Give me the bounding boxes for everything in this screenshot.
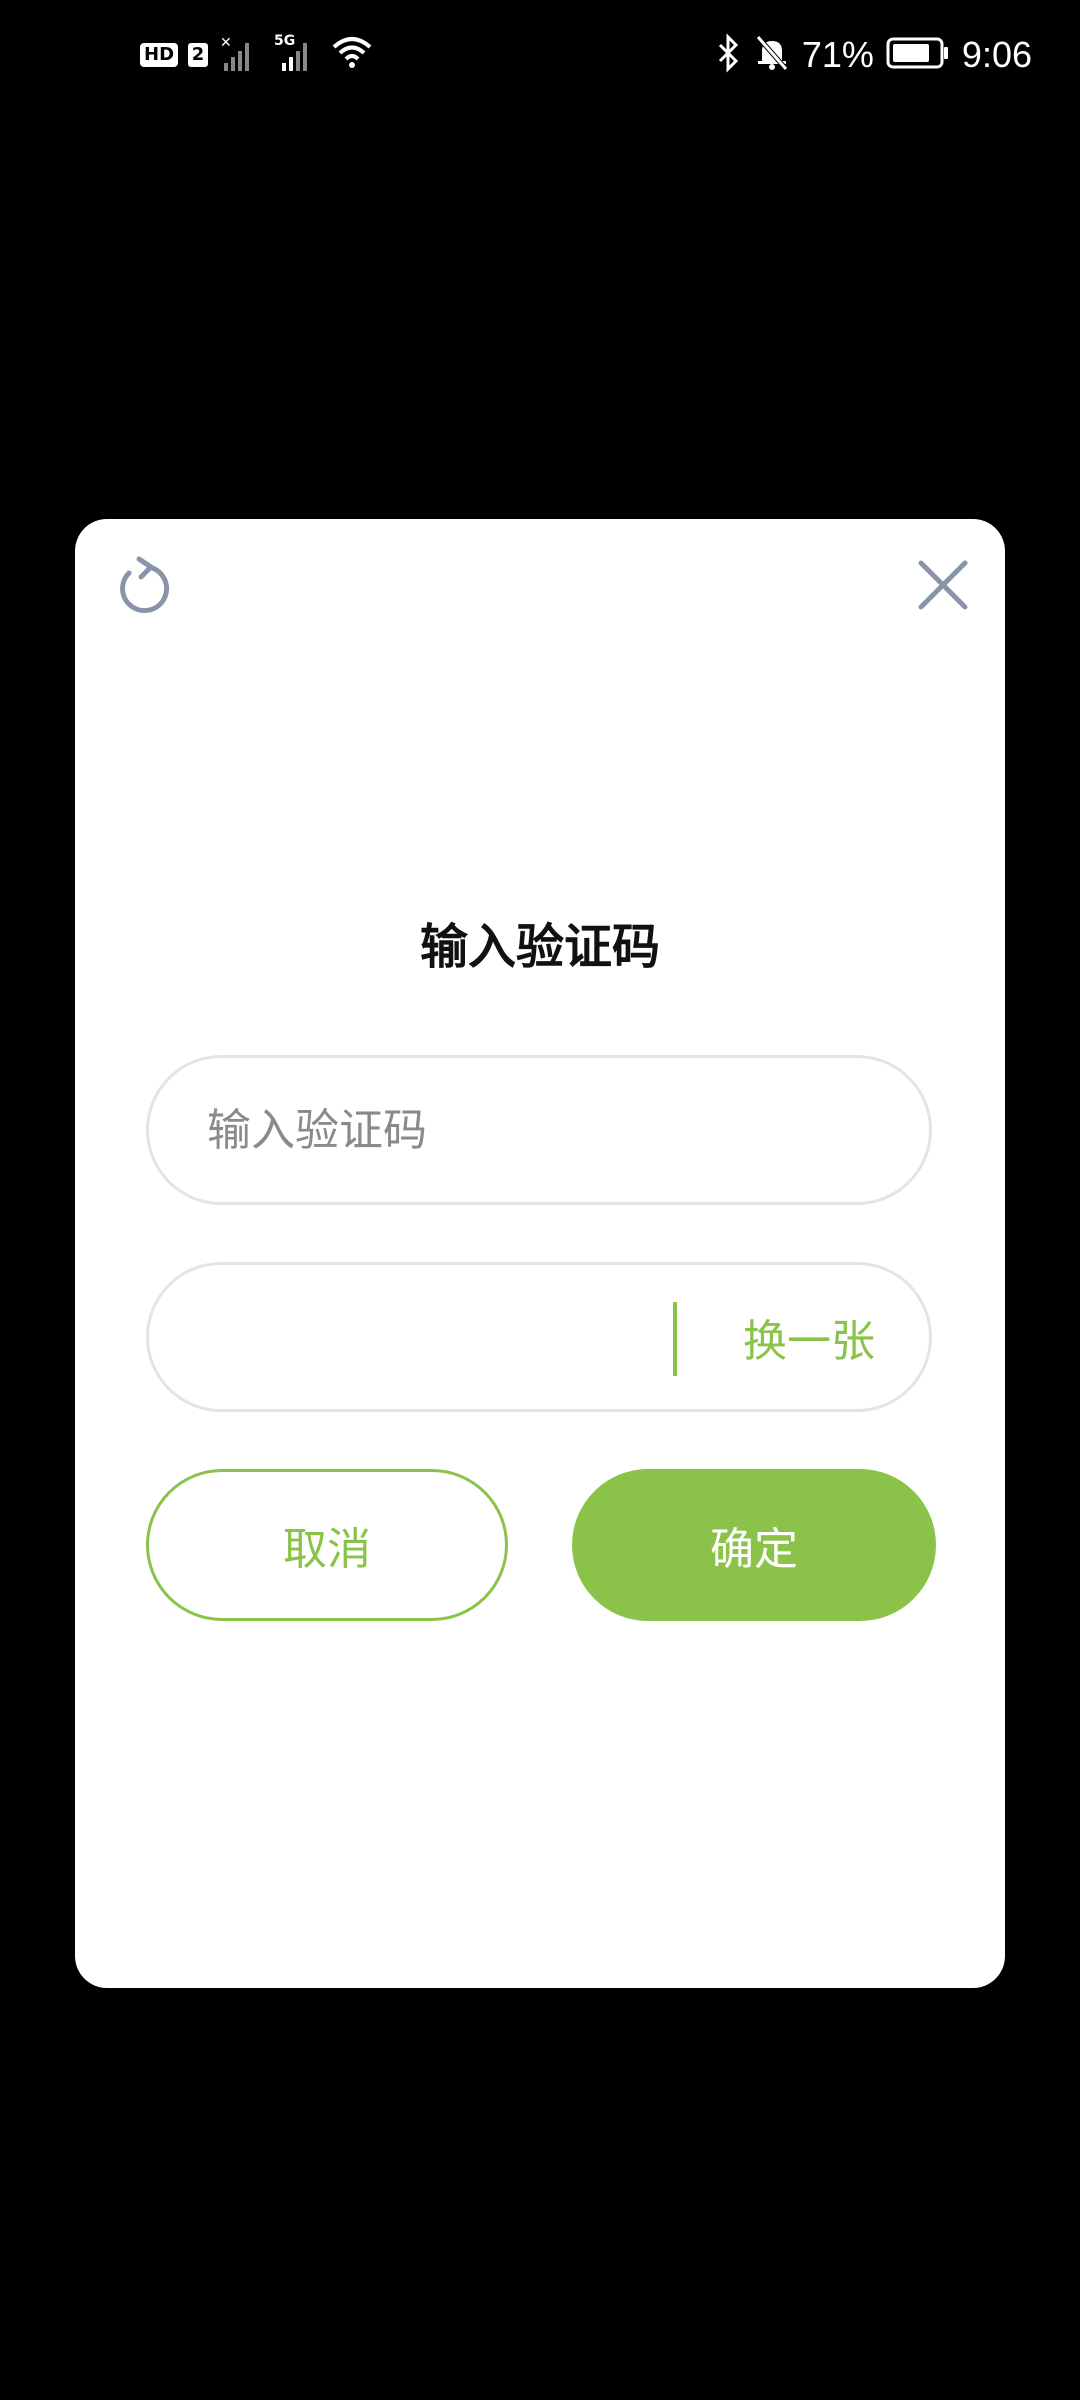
change-captcha-button[interactable]: 换一张 (709, 1265, 909, 1409)
cancel-button[interactable]: 取消 (146, 1469, 508, 1621)
clock: 9:06 (961, 34, 1032, 75)
refresh-icon (120, 556, 170, 614)
status-left-group: HD 2 ✕ 5G (140, 30, 374, 80)
battery-percent: 71% (801, 34, 874, 75)
signal-no-service-icon: ✕ (218, 35, 264, 75)
mute-bell-icon (754, 33, 790, 77)
hd-badge: HD (140, 43, 179, 67)
captcha-divider (673, 1302, 677, 1376)
svg-text:✕: ✕ (220, 35, 232, 51)
captcha-dialog: 输入验证码 换一张 取消 确定 (75, 519, 1005, 1988)
close-icon (918, 560, 968, 610)
bluetooth-icon (716, 33, 742, 77)
sim-badge: 2 (188, 43, 209, 67)
status-right-group: 71% 9:06 (716, 30, 1032, 80)
confirm-button[interactable]: 确定 (572, 1469, 936, 1621)
signal-5g-icon: 5G (274, 33, 320, 75)
close-button[interactable] (903, 545, 983, 625)
refresh-button[interactable] (103, 545, 183, 625)
dialog-title: 输入验证码 (419, 919, 660, 975)
battery-icon (886, 33, 950, 77)
wifi-icon (330, 33, 374, 77)
captcha-image[interactable] (179, 1285, 659, 1389)
status-bar: HD 2 ✕ 5G 71% 9:06 (0, 0, 1080, 110)
screen: HD 2 ✕ 5G 71% 9:06 输入验证码 输入验证码 换一张 取消 确定 (0, 0, 1080, 2400)
captcha-image-row: 换一张 (146, 1262, 932, 1412)
captcha-code-input[interactable] (146, 1055, 932, 1205)
